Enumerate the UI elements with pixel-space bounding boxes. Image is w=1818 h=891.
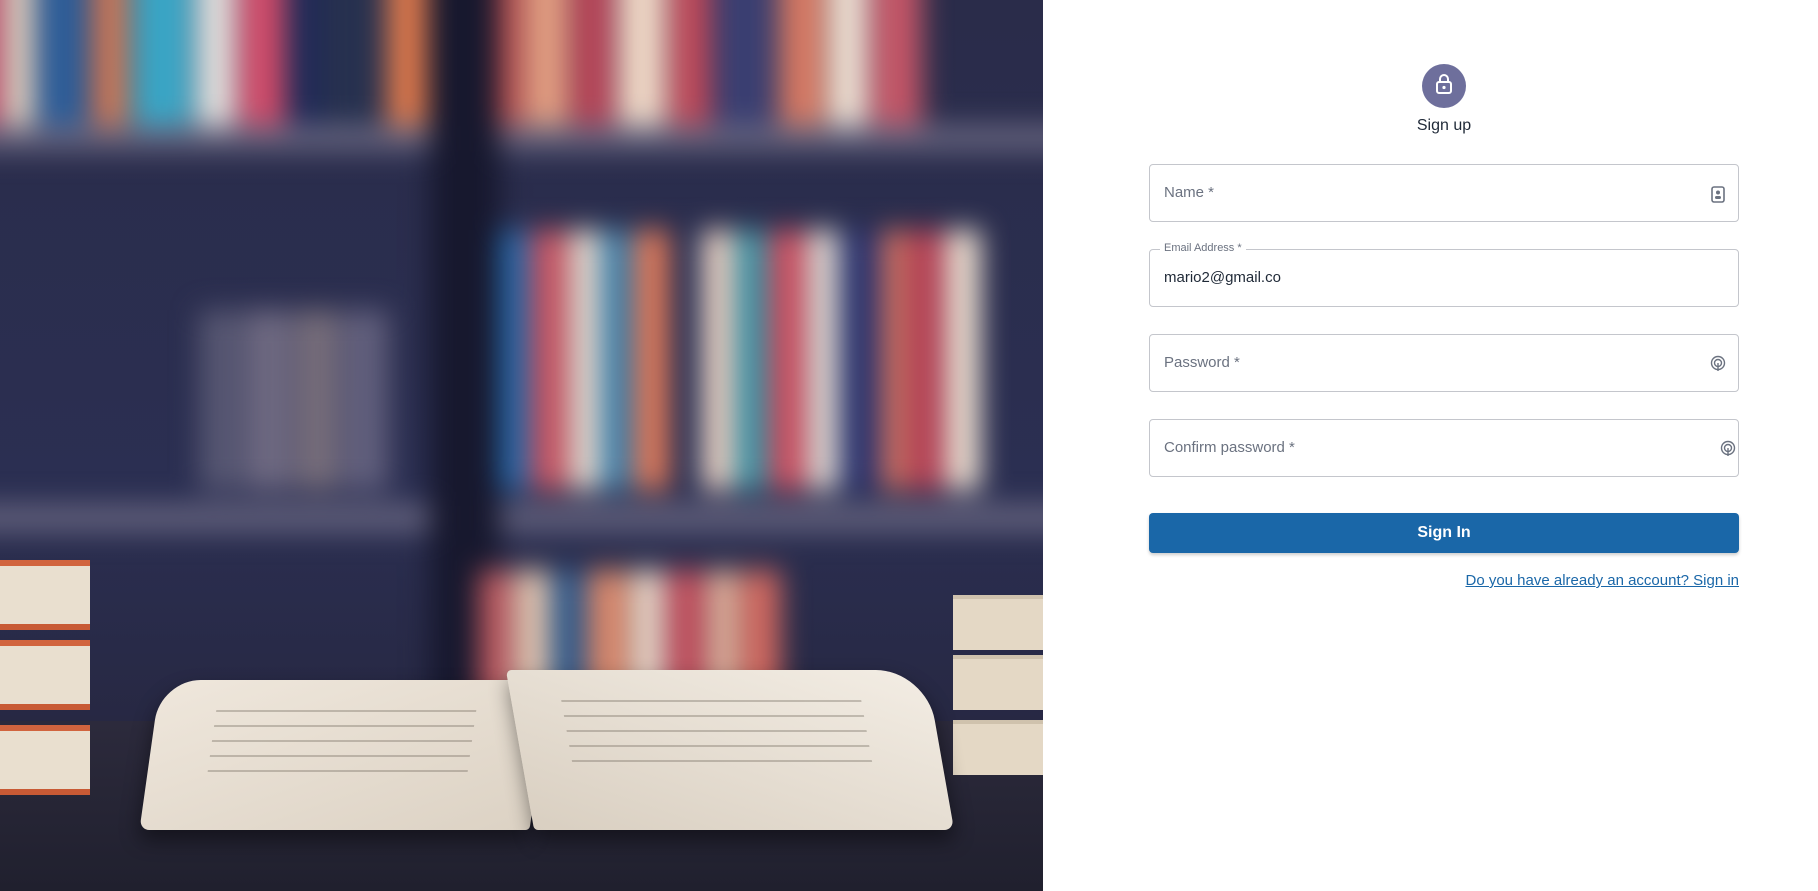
lock-avatar bbox=[1422, 64, 1466, 108]
book-stack-left bbox=[0, 725, 90, 795]
email-field[interactable]: Email Address * mario2@gmail.co bbox=[1149, 242, 1739, 307]
signup-panel: Sign up Name * Email Address * mario2@gm… bbox=[1043, 0, 1818, 891]
fingerprint-icon bbox=[1710, 355, 1726, 373]
email-label: Email Address * bbox=[1160, 242, 1246, 254]
book-stack-left bbox=[0, 640, 90, 710]
hero-image bbox=[0, 0, 1043, 891]
fingerprint-icon bbox=[1720, 440, 1736, 458]
bookshelf-top bbox=[0, 0, 1043, 130]
sign-in-button[interactable]: Sign In bbox=[1149, 513, 1739, 553]
contact-card-icon bbox=[1710, 185, 1726, 203]
confirm-password-field[interactable]: Confirm password * bbox=[1149, 419, 1739, 477]
name-field[interactable]: Name * bbox=[1149, 164, 1739, 222]
book-stack-right bbox=[953, 720, 1043, 775]
bookshelf-middle bbox=[500, 230, 1043, 490]
sign-in-link[interactable]: Do you have already an account? Sign in bbox=[1465, 572, 1739, 589]
open-book-right-page bbox=[505, 670, 955, 830]
email-value[interactable]: mario2@gmail.co bbox=[1164, 269, 1281, 286]
shelf-board bbox=[0, 505, 1043, 531]
book-stack-right bbox=[953, 595, 1043, 650]
name-label: Name * bbox=[1164, 184, 1215, 201]
page-title: Sign up bbox=[1416, 117, 1472, 134]
confirm-password-label: Confirm password * bbox=[1164, 439, 1295, 456]
password-label: Password * bbox=[1164, 354, 1240, 371]
lock-icon bbox=[1434, 73, 1454, 100]
password-field[interactable]: Password * bbox=[1149, 334, 1739, 392]
shelf-board bbox=[0, 125, 1043, 151]
book-stack-left bbox=[0, 560, 90, 630]
open-book-left-page bbox=[139, 680, 551, 830]
book-stack-right bbox=[953, 655, 1043, 710]
bookshelf-left bbox=[200, 310, 460, 490]
